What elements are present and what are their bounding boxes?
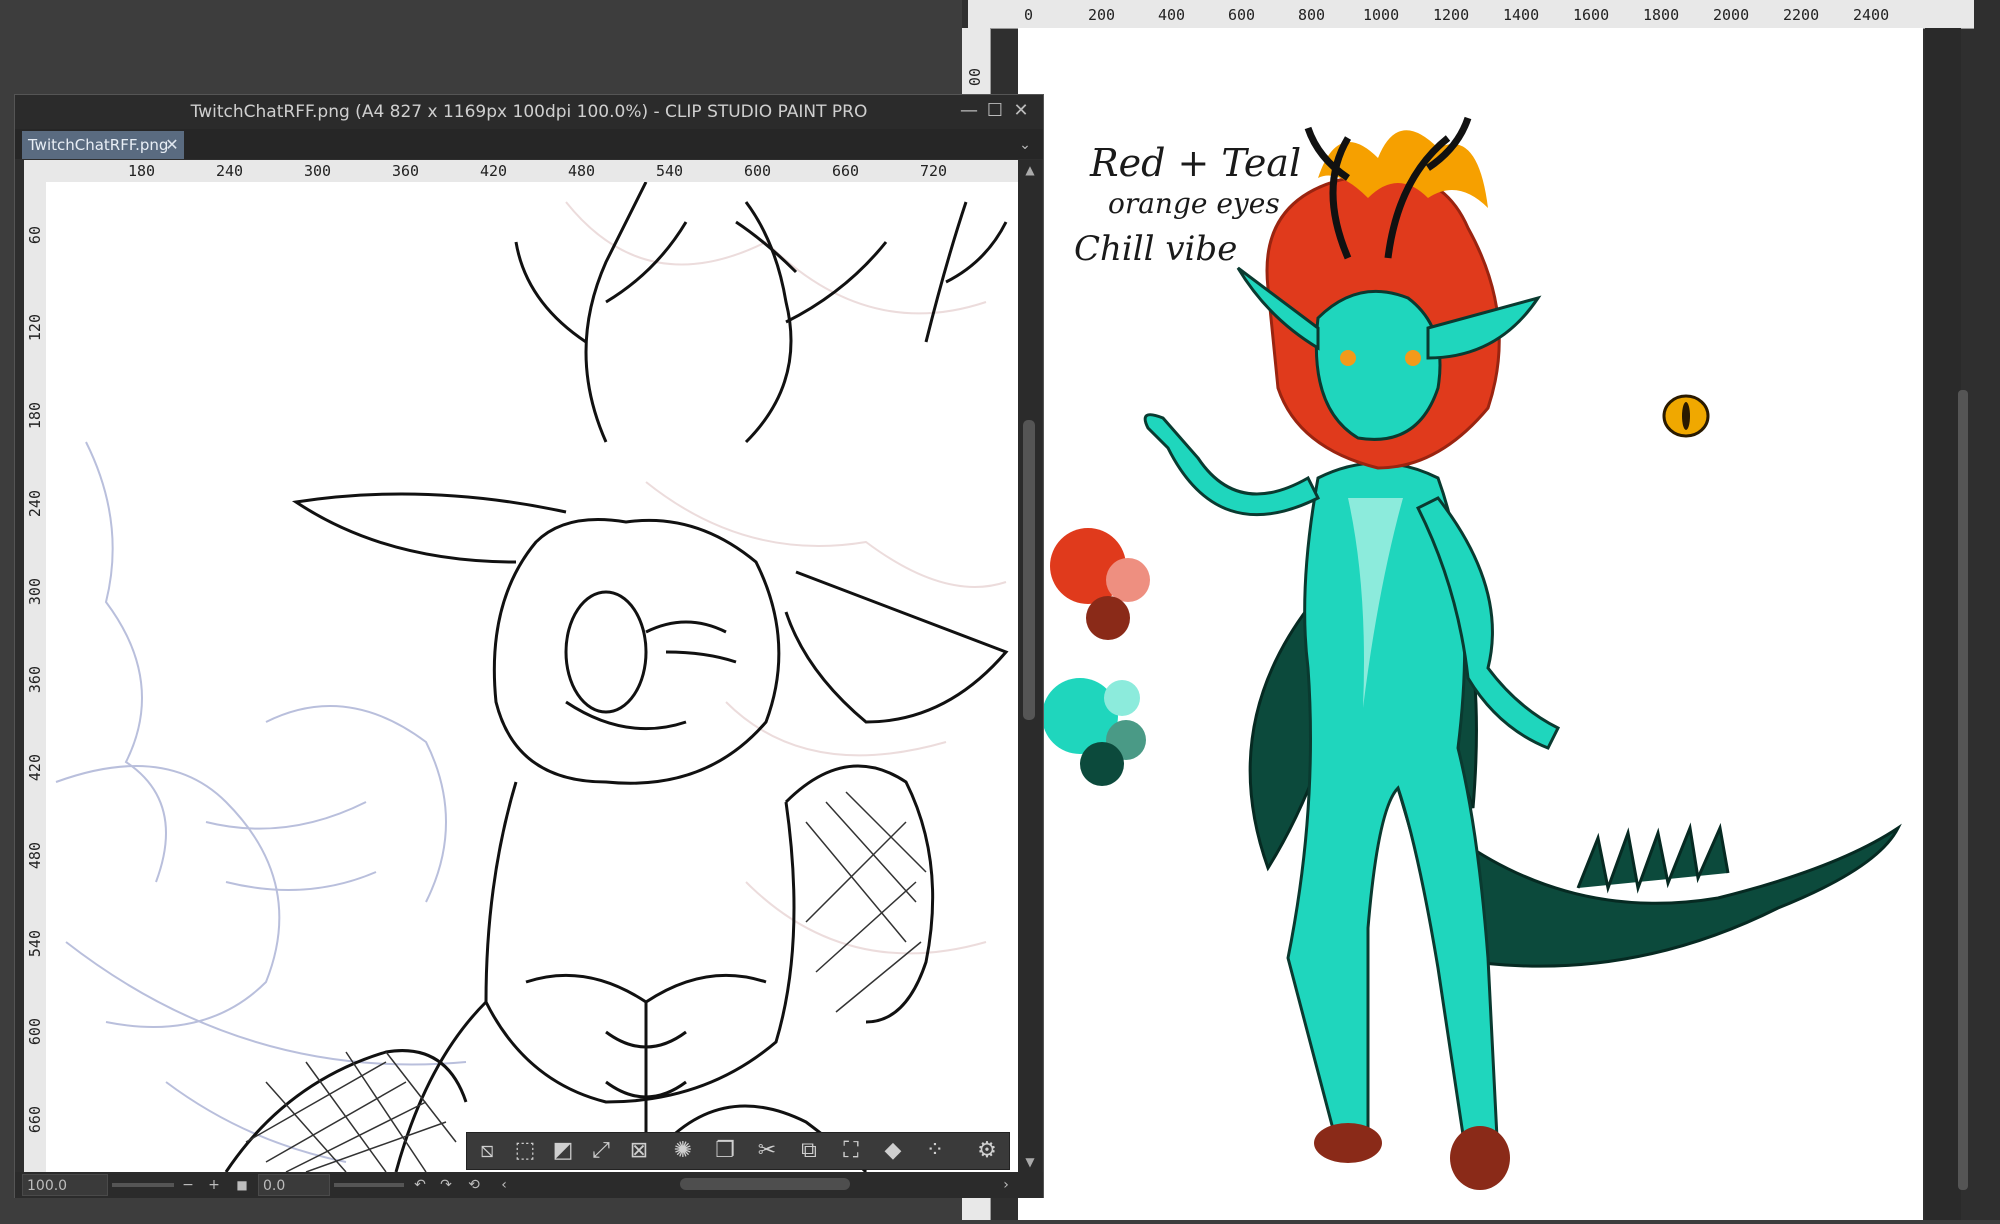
ruler-left: 60 120 180 240 300 360 420 480 540 600 6… <box>24 182 47 1172</box>
paste-icon[interactable]: ⧉ <box>792 1135 826 1167</box>
rotation-input[interactable]: 0.0 <box>258 1174 330 1196</box>
ruler-label: 660 <box>26 1106 44 1134</box>
ruler-label: 1000 <box>1363 6 1400 24</box>
deselect-icon[interactable]: ⧅ <box>470 1135 504 1167</box>
ruler-label: 60 <box>26 226 44 245</box>
ruler-label: 120 <box>26 314 44 342</box>
ruler-top: 180 240 300 360 420 480 540 600 660 720 <box>24 160 1018 183</box>
reset-rotation-icon[interactable]: ⟲ <box>464 1174 484 1196</box>
zoom-in-button[interactable]: + <box>204 1174 224 1196</box>
zoom-slider[interactable] <box>112 1183 174 1187</box>
rotation-slider[interactable] <box>334 1183 404 1187</box>
ruler-label: 400 <box>1158 6 1186 24</box>
ruler-label: 300 <box>304 162 332 180</box>
ruler-label: 480 <box>26 842 44 870</box>
tab-twitchchatrff[interactable]: TwitchChatRFF.png <box>22 131 184 159</box>
ruler-label: 600 <box>26 1018 44 1046</box>
ruler-label: 240 <box>26 490 44 518</box>
note-line-1: Red + Teal <box>1089 141 1301 185</box>
maximize-button[interactable]: ☐ <box>982 98 1008 124</box>
window-title: TwitchChatRFF.png (A4 827 x 1169px 100dp… <box>15 95 1043 129</box>
swatch-pink <box>1106 558 1150 602</box>
ruler-label: 720 <box>920 162 948 180</box>
ruler-label: 240 <box>216 162 244 180</box>
canvas-vscroll-thumb[interactable] <box>1023 420 1035 720</box>
ruler-label: 180 <box>128 162 156 180</box>
ruler-label: 00 <box>966 68 984 87</box>
lineart-drawing <box>55 182 1009 1172</box>
ruler-label: 2000 <box>1713 6 1750 24</box>
swatch-darkred <box>1086 596 1130 640</box>
ruler-label: 1200 <box>1433 6 1470 24</box>
eye-left <box>1340 350 1356 366</box>
ruler-label: 540 <box>26 930 44 958</box>
left-arm <box>1143 413 1321 517</box>
ruler-label: 2400 <box>1853 6 1890 24</box>
ruler-label: 420 <box>480 162 508 180</box>
ruler-label: 1800 <box>1643 6 1680 24</box>
ruler-label: 660 <box>832 162 860 180</box>
rotate-left-button[interactable]: ↶ <box>410 1174 430 1196</box>
ruler-label: 480 <box>568 162 596 180</box>
copy-icon[interactable]: ❐ <box>708 1135 742 1167</box>
drawing-canvas[interactable] <box>46 182 1018 1172</box>
eye-pupil <box>1682 402 1690 430</box>
scroll-left-arrow-icon[interactable]: ‹ <box>494 1174 514 1196</box>
hoof-left <box>1314 1123 1382 1163</box>
shrink-selection-icon[interactable]: ⊠ <box>622 1135 656 1167</box>
head <box>1314 289 1442 441</box>
tail-spikes <box>1576 822 1730 894</box>
scroll-down-arrow-icon[interactable]: ▼ <box>1018 1152 1042 1172</box>
ruler-label: 360 <box>392 162 420 180</box>
eye-right <box>1405 350 1421 366</box>
reference-vscroll-thumb[interactable] <box>1958 390 1968 1190</box>
tab-menu-chevron-icon[interactable]: ⌄ <box>1012 131 1038 159</box>
fit-icon[interactable]: ■ <box>232 1174 252 1196</box>
ruler-label: 0 <box>1024 6 1034 24</box>
close-button[interactable]: ✕ <box>1008 98 1034 124</box>
cut-icon[interactable]: ✂ <box>750 1135 784 1167</box>
zoom-out-button[interactable]: − <box>178 1174 198 1196</box>
ruler-label: 2200 <box>1783 6 1820 24</box>
selection-icon[interactable]: ⬚ <box>508 1135 542 1167</box>
swatch-lightteal <box>1104 680 1140 716</box>
fill-icon[interactable]: ◆ <box>876 1135 910 1167</box>
scroll-right-arrow-icon[interactable]: › <box>996 1174 1016 1196</box>
rotate-right-button[interactable]: ↷ <box>436 1174 456 1196</box>
note-line-3: Chill vibe <box>1074 229 1237 269</box>
pink-sketch-layer <box>565 201 1007 955</box>
invert-selection-icon[interactable]: ◩ <box>546 1135 580 1167</box>
ruler-label: 300 <box>26 578 44 606</box>
ruler-label: 200 <box>1088 6 1116 24</box>
ink-layer <box>224 182 1009 1172</box>
ruler-label: 800 <box>1298 6 1326 24</box>
tab-close-icon[interactable]: ✕ <box>162 131 182 159</box>
canvas-hscroll-thumb[interactable] <box>680 1178 850 1190</box>
character-reference-art: Red + Teal orange eyes Chill vibe <box>1042 116 1902 1190</box>
transform-icon[interactable]: ⛶ <box>834 1135 868 1167</box>
ruler-label: 1400 <box>1503 6 1540 24</box>
ruler-label: 600 <box>744 162 772 180</box>
settings-icon[interactable]: ⚙ <box>970 1135 1004 1167</box>
minimize-button[interactable]: — <box>956 98 982 124</box>
ruler-label: 420 <box>26 754 44 782</box>
ruler-label: 360 <box>26 666 44 694</box>
zoom-input[interactable]: 100.0 <box>22 1174 108 1196</box>
reference-vscroll[interactable] <box>1925 28 1961 1220</box>
hoof-right <box>1450 1126 1510 1190</box>
mesh-pattern <box>245 791 927 1172</box>
expand-selection-icon[interactable]: ⤢ <box>584 1135 618 1167</box>
scroll-up-arrow-icon[interactable]: ▲ <box>1018 160 1042 180</box>
dotted-selection-icon[interactable]: ⁘ <box>918 1135 952 1167</box>
ruler-label: 1600 <box>1573 6 1610 24</box>
magic-wand-icon[interactable]: ✺ <box>666 1135 700 1167</box>
reference-canvas[interactable]: Red + Teal orange eyes Chill vibe <box>1018 28 1923 1220</box>
reference-ruler-top: 0 200 400 600 800 1000 1200 1400 1600 18… <box>968 0 1974 29</box>
swatch-darkteal <box>1080 742 1124 786</box>
ruler-label: 180 <box>26 402 44 430</box>
note-line-2: orange eyes <box>1108 187 1280 220</box>
ruler-label: 600 <box>1228 6 1256 24</box>
ruler-label: 540 <box>656 162 684 180</box>
